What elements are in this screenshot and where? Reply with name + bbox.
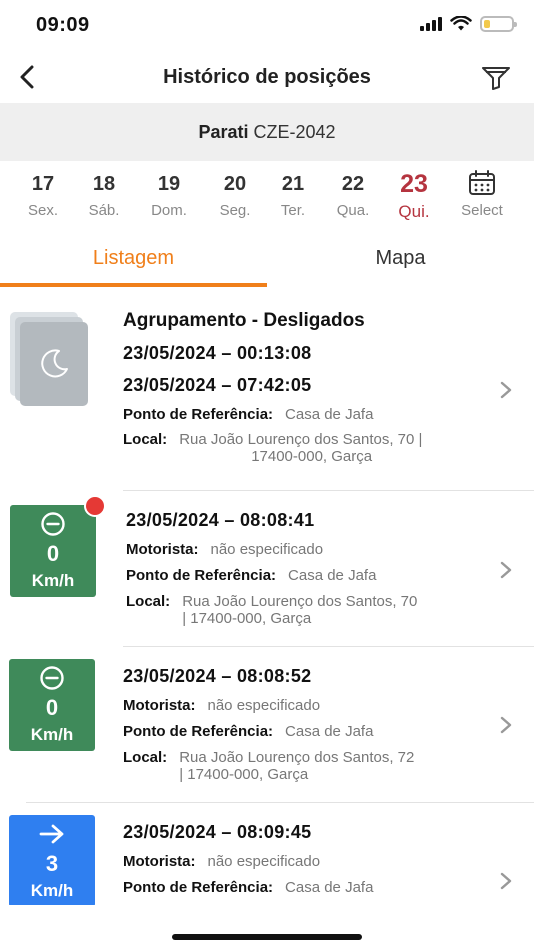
speed-box: 0 Km/h bbox=[9, 659, 95, 751]
datetime: 23/05/2024 – 08:09:45 bbox=[123, 822, 312, 842]
day-name: Qui. bbox=[398, 202, 430, 221]
vehicle-plate: CZE-2042 bbox=[253, 122, 336, 142]
reference-label: Ponto de Referência: bbox=[123, 723, 274, 740]
group-title: Agrupamento - Desligados bbox=[123, 310, 365, 331]
speed-value: 3 bbox=[45, 851, 59, 876]
view-tabs: Listagem Mapa bbox=[0, 238, 534, 288]
local-line-1: Rua João Lourenço dos Santos, 70 | bbox=[179, 431, 423, 448]
reference-value: Casa de Jafa bbox=[285, 879, 374, 896]
driver-value: não especificado bbox=[207, 853, 321, 870]
filter-button[interactable] bbox=[480, 62, 512, 94]
driver-label: Motorista: bbox=[126, 541, 199, 558]
speed-value: 0 bbox=[45, 695, 59, 720]
local-label: Local: bbox=[123, 749, 168, 766]
speed-box: 0 Km/h bbox=[10, 505, 96, 597]
speed-unit: Km/h bbox=[30, 881, 74, 900]
speed-value: 0 bbox=[46, 541, 60, 566]
day-19[interactable]: 19 Dom. bbox=[139, 166, 199, 219]
stopped-icon bbox=[41, 512, 65, 536]
chevron-right-icon bbox=[500, 381, 512, 399]
day-name: Seg. bbox=[219, 202, 251, 219]
day-18[interactable]: 18 Sáb. bbox=[74, 166, 134, 219]
day-number: 22 bbox=[341, 173, 365, 195]
item-details: 23/05/2024 – 08:08:52 Motorista: não esp… bbox=[123, 666, 493, 783]
grouped-stack bbox=[10, 312, 90, 407]
stopped-icon bbox=[40, 666, 64, 690]
calendar-select-button[interactable]: Select bbox=[452, 166, 512, 219]
day-22[interactable]: 22 Qua. bbox=[323, 166, 383, 219]
reference-value: Casa de Jafa bbox=[285, 406, 374, 423]
wifi-icon bbox=[450, 16, 472, 31]
page-title: Histórico de posições bbox=[163, 66, 371, 88]
day-name: Ter. bbox=[280, 202, 306, 219]
day-number: 21 bbox=[281, 173, 305, 195]
item-details: Agrupamento - Desligados 23/05/2024 – 00… bbox=[123, 310, 493, 465]
status-time: 09:09 bbox=[36, 14, 90, 36]
day-name: Sáb. bbox=[88, 202, 120, 219]
driver-label: Motorista: bbox=[123, 853, 196, 870]
day-name: Qua. bbox=[336, 202, 370, 219]
speed-unit: Km/h bbox=[31, 571, 75, 590]
date-strip: 17 Sex. 18 Sáb. 19 Dom. 20 Seg. 21 Ter. … bbox=[0, 166, 534, 232]
day-number: 19 bbox=[157, 173, 181, 195]
arrow-right-icon bbox=[39, 824, 64, 844]
reference-label: Ponto de Referência: bbox=[126, 567, 277, 584]
local-line-2: | 17400-000, Garça bbox=[179, 766, 309, 783]
day-name: Sex. bbox=[27, 202, 58, 219]
day-number: 17 bbox=[31, 173, 55, 195]
list-item[interactable]: 0 Km/h 23/05/2024 – 08:08:52 Motorista: … bbox=[0, 647, 534, 802]
day-number: 23 bbox=[400, 170, 428, 198]
driver-label: Motorista: bbox=[123, 697, 196, 714]
home-indicator[interactable] bbox=[172, 934, 362, 940]
end-datetime: 23/05/2024 – 07:42:05 bbox=[123, 375, 312, 395]
local-line-1: Rua João Lourenço dos Santos, 70 bbox=[182, 593, 418, 610]
chevron-right-icon bbox=[500, 872, 512, 890]
calendar-icon bbox=[469, 170, 495, 195]
local-line-2: 17400-000, Garça bbox=[251, 448, 373, 465]
active-tab-indicator bbox=[0, 283, 267, 287]
vehicle-name: Parati bbox=[198, 122, 249, 142]
nav-bar: Histórico de posições bbox=[0, 52, 534, 102]
speed-box: 3 Km/h bbox=[9, 815, 95, 907]
local-line-2: | 17400-000, Garça bbox=[182, 610, 312, 627]
chevron-right-icon bbox=[500, 716, 512, 734]
tab-listagem[interactable]: Listagem bbox=[0, 238, 267, 284]
item-details: 23/05/2024 – 08:09:45 Motorista: não esp… bbox=[123, 822, 493, 896]
driver-value: não especificado bbox=[207, 697, 321, 714]
battery-icon bbox=[480, 16, 517, 32]
day-number: 20 bbox=[223, 173, 247, 195]
reference-label: Ponto de Referência: bbox=[123, 879, 274, 896]
vehicle-header: Parati CZE-2042 bbox=[0, 103, 534, 161]
bottom-safe-area bbox=[0, 905, 534, 950]
tab-mapa[interactable]: Mapa bbox=[267, 238, 534, 284]
day-23-selected[interactable]: 23 Qui. bbox=[384, 166, 444, 222]
moon-icon bbox=[41, 349, 68, 378]
cellular-signal-icon bbox=[420, 17, 442, 31]
datetime: 23/05/2024 – 08:08:41 bbox=[126, 510, 315, 530]
day-number: 18 bbox=[92, 173, 116, 195]
day-17[interactable]: 17 Sex. bbox=[13, 166, 73, 219]
reference-value: Casa de Jafa bbox=[285, 723, 374, 740]
calendar-select-label: Select bbox=[461, 202, 503, 219]
status-icons bbox=[420, 16, 517, 32]
item-details: 23/05/2024 – 08:08:41 Motorista: não esp… bbox=[126, 510, 496, 627]
reference-value: Casa de Jafa bbox=[288, 567, 377, 584]
filter-icon bbox=[482, 67, 510, 90]
local-label: Local: bbox=[123, 431, 168, 448]
day-name: Dom. bbox=[151, 202, 187, 219]
local-line-1: Rua João Lourenço dos Santos, 72 bbox=[179, 749, 415, 766]
local-label: Local: bbox=[126, 593, 171, 610]
driver-value: não especificado bbox=[210, 541, 324, 558]
datetime: 23/05/2024 – 08:08:52 bbox=[123, 666, 312, 686]
start-datetime: 23/05/2024 – 00:13:08 bbox=[123, 343, 312, 363]
list-item[interactable]: 0 Km/h 23/05/2024 – 08:08:41 Motorista: … bbox=[0, 491, 534, 646]
day-21[interactable]: 21 Ter. bbox=[263, 166, 323, 219]
chevron-right-icon bbox=[500, 561, 512, 579]
day-20[interactable]: 20 Seg. bbox=[205, 166, 265, 219]
status-bar: 09:09 bbox=[0, 0, 534, 52]
alert-badge bbox=[84, 495, 106, 517]
reference-label: Ponto de Referência: bbox=[123, 406, 274, 423]
speed-unit: Km/h bbox=[30, 725, 74, 744]
list-item[interactable]: Agrupamento - Desligados 23/05/2024 – 00… bbox=[0, 292, 534, 490]
